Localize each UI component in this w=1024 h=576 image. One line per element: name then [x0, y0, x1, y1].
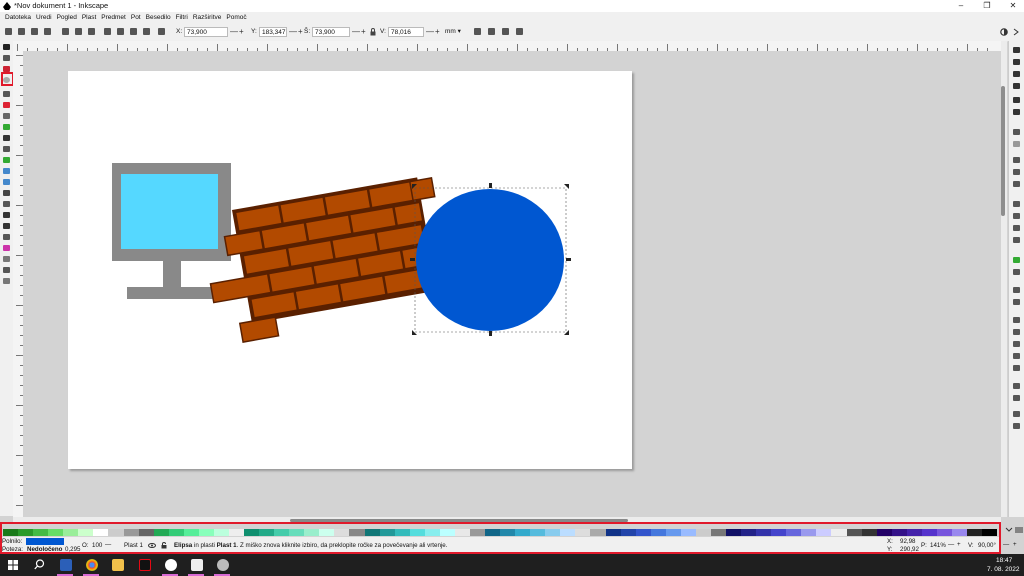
- redo-icon[interactable]: [1013, 141, 1020, 147]
- brick[interactable]: [238, 316, 280, 343]
- commands-bar: [1008, 41, 1024, 517]
- clock-date[interactable]: 7. 08. 2022: [987, 566, 1020, 573]
- search-icon[interactable]: [34, 559, 45, 570]
- symbols-icon[interactable]: [1013, 411, 1020, 417]
- monitor-screen[interactable]: [121, 174, 218, 249]
- ungroup-icon[interactable]: [1013, 299, 1020, 305]
- duplicate-icon[interactable]: [1013, 257, 1020, 263]
- fill-stroke-icon[interactable]: [1013, 317, 1020, 323]
- computer-monitor[interactable]: [112, 163, 231, 299]
- export-icon[interactable]: [1013, 109, 1020, 115]
- chrome-icon[interactable]: [86, 559, 98, 571]
- windows-taskbar: 18:47 7. 08. 2022: [0, 554, 1024, 576]
- undo-icon[interactable]: [1013, 129, 1020, 135]
- align-distribute-icon[interactable]: [1013, 365, 1020, 371]
- clock-time[interactable]: 18:47: [996, 557, 1012, 564]
- rotation-decrement[interactable]: —: [1003, 541, 1009, 548]
- netflix-icon[interactable]: [139, 559, 151, 571]
- handle-bottom[interactable]: [489, 331, 492, 336]
- recording-app-icon[interactable]: [165, 559, 177, 571]
- blue-circle[interactable]: [416, 189, 564, 331]
- document-properties-icon[interactable]: [1013, 395, 1020, 401]
- palette-options-icon[interactable]: [1015, 527, 1023, 533]
- vertical-scroll-thumb[interactable]: [1001, 86, 1005, 216]
- handle-right[interactable]: [566, 258, 571, 261]
- copy-icon[interactable]: [1013, 157, 1020, 163]
- windows-start-icon[interactable]: [8, 560, 18, 570]
- drawing: [112, 163, 571, 346]
- group-icon[interactable]: [1013, 287, 1020, 293]
- handle-bottom-left[interactable]: [412, 330, 417, 335]
- text-font-icon[interactable]: [1013, 329, 1020, 335]
- new-document-icon[interactable]: [1013, 47, 1020, 53]
- inkscape-task-icon[interactable]: [191, 559, 203, 571]
- pinned-app-icon[interactable]: [217, 559, 229, 571]
- xml-editor-icon[interactable]: [1013, 353, 1020, 359]
- layers-icon[interactable]: [1013, 341, 1020, 347]
- rotation-increment[interactable]: +: [1013, 541, 1017, 548]
- print-icon[interactable]: [1013, 83, 1020, 89]
- cut-icon[interactable]: [1013, 169, 1020, 175]
- paste-icon[interactable]: [1013, 181, 1020, 187]
- brick[interactable]: [408, 177, 436, 202]
- zoom-width-icon[interactable]: [1013, 237, 1020, 243]
- palette-menu-icon[interactable]: [1005, 527, 1013, 533]
- handle-bottom-right[interactable]: [564, 330, 569, 335]
- preferences-icon[interactable]: [1013, 383, 1020, 389]
- monitor-base[interactable]: [127, 287, 218, 299]
- highlight-box-status: [0, 522, 1001, 554]
- open-file-icon[interactable]: [1013, 59, 1020, 65]
- word-icon[interactable]: [60, 559, 72, 571]
- zoom-page-icon[interactable]: [1013, 225, 1020, 231]
- save-icon[interactable]: [1013, 71, 1020, 77]
- file-explorer-icon[interactable]: [112, 559, 124, 571]
- handle-top[interactable]: [489, 183, 492, 188]
- zoom-drawing-icon[interactable]: [1013, 213, 1020, 219]
- import-icon[interactable]: [1013, 97, 1020, 103]
- zoom-selection-icon[interactable]: [1013, 201, 1020, 207]
- monitor-neck[interactable]: [163, 261, 181, 288]
- clone-icon[interactable]: [1013, 269, 1020, 275]
- handle-left[interactable]: [410, 258, 415, 261]
- more-commands-icon[interactable]: [1013, 423, 1020, 429]
- brick[interactable]: [393, 201, 424, 227]
- brick-wall[interactable]: [199, 175, 454, 346]
